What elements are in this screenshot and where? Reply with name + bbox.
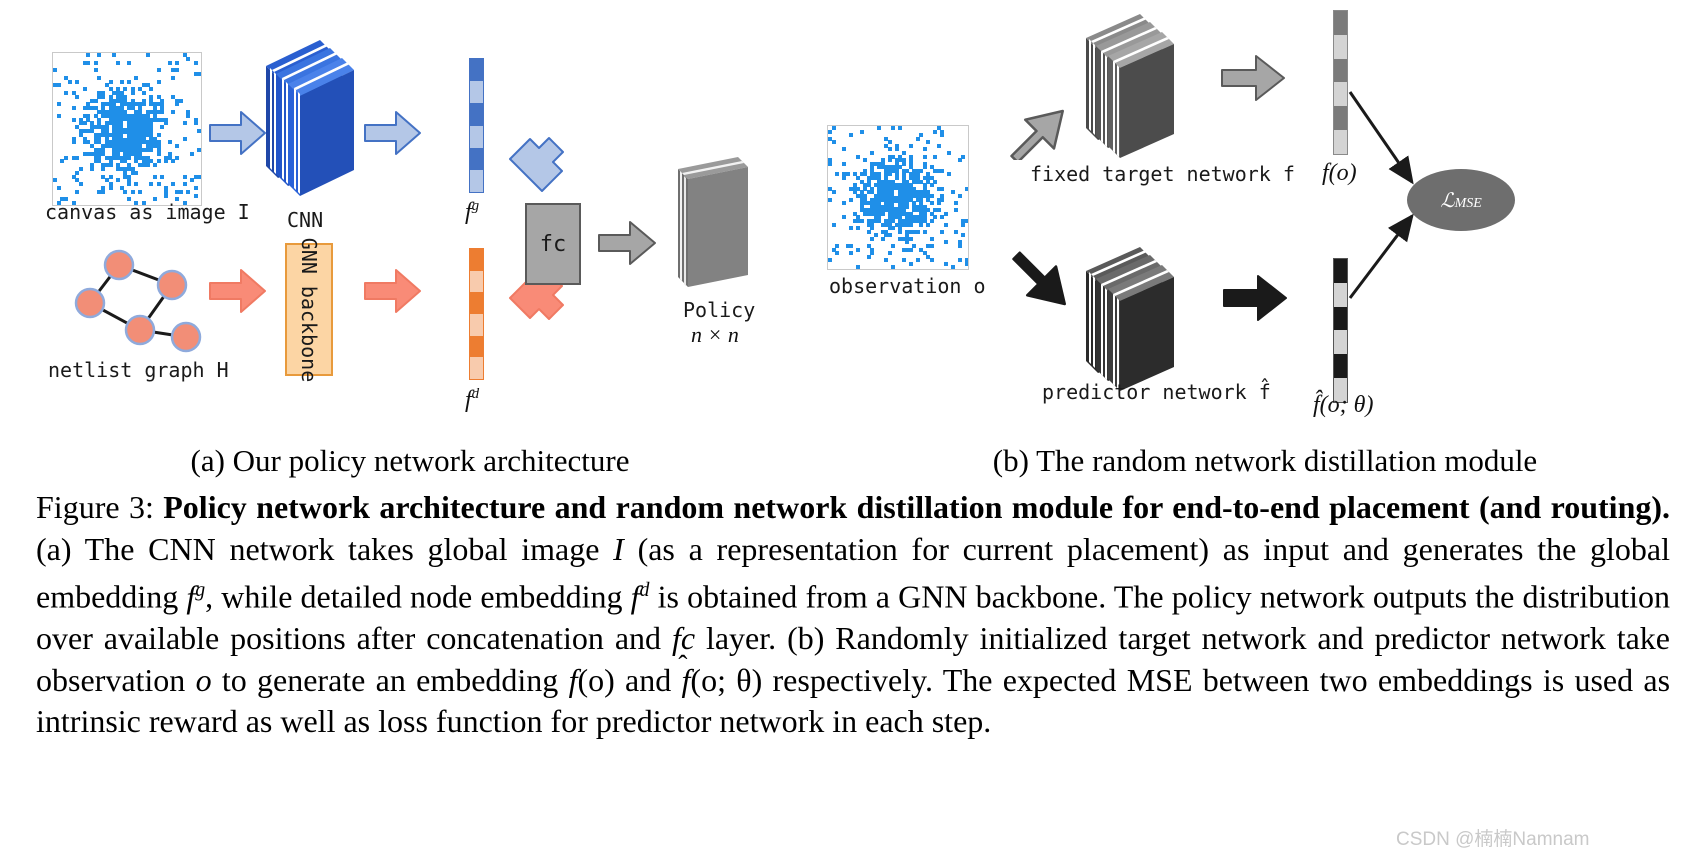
arrow-gnn-to-fd (363, 266, 423, 316)
caption-symbol-fd: f (630, 578, 640, 615)
vector-segment (470, 292, 483, 315)
caption-part-6: to generate an embedding (211, 661, 569, 698)
fixed-target-network-label: fixed target network f (1030, 162, 1295, 186)
feature-vector-fd (469, 248, 484, 380)
caption-symbol-I: I (613, 530, 624, 567)
arrow-predictor-to-fhat (1222, 272, 1290, 324)
caption-symbol-fg-sup: g (195, 579, 206, 601)
vector-segment (470, 270, 483, 293)
cnn-stack-icon (258, 38, 368, 203)
policy-slab-icon (672, 155, 762, 305)
vector-segment (1334, 58, 1347, 83)
caption-symbol-fo-args: (o) (577, 661, 615, 698)
subcaption-b: (b) The random network distillation modu… (992, 443, 1538, 478)
caption-symbol-fhat: ̂f (681, 661, 691, 698)
vector-segment (470, 125, 483, 148)
vector-segment (470, 357, 483, 380)
netlist-graph-label: netlist graph H (48, 358, 229, 382)
vector-segment (470, 59, 483, 82)
policy-label: Policy (683, 298, 756, 322)
vector-segment (470, 314, 483, 336)
fc-label: fc (539, 231, 567, 257)
vector-segment (470, 103, 483, 126)
canvas-image-I (52, 52, 202, 206)
vector-segment (470, 147, 483, 170)
caption-part-1: (a) The CNN network takes global image (36, 530, 614, 567)
observation-label: observation o (829, 274, 986, 298)
fixed-target-network-icon (1078, 10, 1188, 165)
figure-caption: Figure 3: Policy network architecture an… (36, 487, 1670, 743)
cnn-label: CNN (287, 208, 324, 232)
vector-segment (470, 249, 483, 271)
arrow-cnn-to-fg (363, 108, 423, 158)
vector-segment (1334, 11, 1347, 35)
csdn-watermark: CSDN @楠楠Namnam (1396, 829, 1590, 850)
observation-image (827, 125, 969, 270)
fg-label: fg (465, 198, 480, 225)
policy-dims-label: n × n (691, 322, 739, 347)
caption-symbol-fhat-args: (o; θ) (690, 661, 763, 698)
caption-symbol-o: o (195, 661, 212, 698)
predictor-network-icon (1078, 243, 1188, 398)
subcaption-a: (a) Our policy network architecture (190, 443, 630, 478)
caption-symbol-fc: fc (671, 620, 696, 657)
vector-segment (1334, 354, 1347, 379)
figure-label: Figure 3: (36, 489, 154, 525)
caption-symbol-fg: f (186, 578, 196, 615)
arrow-obs-to-predictor (1002, 242, 1072, 312)
arrow-fg-to-fc (504, 135, 566, 195)
gnn-backbone-label: GNN backbone (297, 237, 321, 382)
caption-part-7: and (614, 661, 682, 698)
vector-segment (470, 81, 483, 104)
fc-box: fc (525, 203, 581, 285)
predictor-network-label: predictor network f̂ (1042, 380, 1271, 404)
vector-segment (1334, 34, 1347, 59)
fd-label: fd (465, 386, 480, 413)
mse-loss-node: ℒMSE (1406, 168, 1516, 237)
netlist-graph-icon (62, 245, 222, 360)
fhat-label: f̂(o; θ) (1313, 392, 1374, 418)
figure-caption-bold: Policy network architecture and random n… (163, 489, 1671, 525)
gnn-backbone-box: GNN backbone (285, 237, 333, 382)
caption-part-3: , while detailed node embedding (205, 578, 631, 615)
vector-segment (470, 335, 483, 358)
vector-segment (470, 169, 483, 193)
arrow-obs-to-target (1000, 90, 1070, 160)
caption-symbol-fd-sup: d (639, 579, 650, 601)
mse-loss-subscript: MSE (1454, 195, 1482, 211)
canvas-image-label: canvas as image I (45, 200, 250, 224)
arrow-fc-to-policy (597, 218, 659, 268)
arrow-graph-to-gnn (208, 266, 268, 316)
arrow-target-to-fo (1220, 52, 1288, 104)
mse-loss-symbol: ℒ (1440, 189, 1455, 212)
figure-3-container: canvas as image I CNN fg netlist graph H… (0, 0, 1705, 866)
feature-vector-fg (469, 58, 484, 193)
